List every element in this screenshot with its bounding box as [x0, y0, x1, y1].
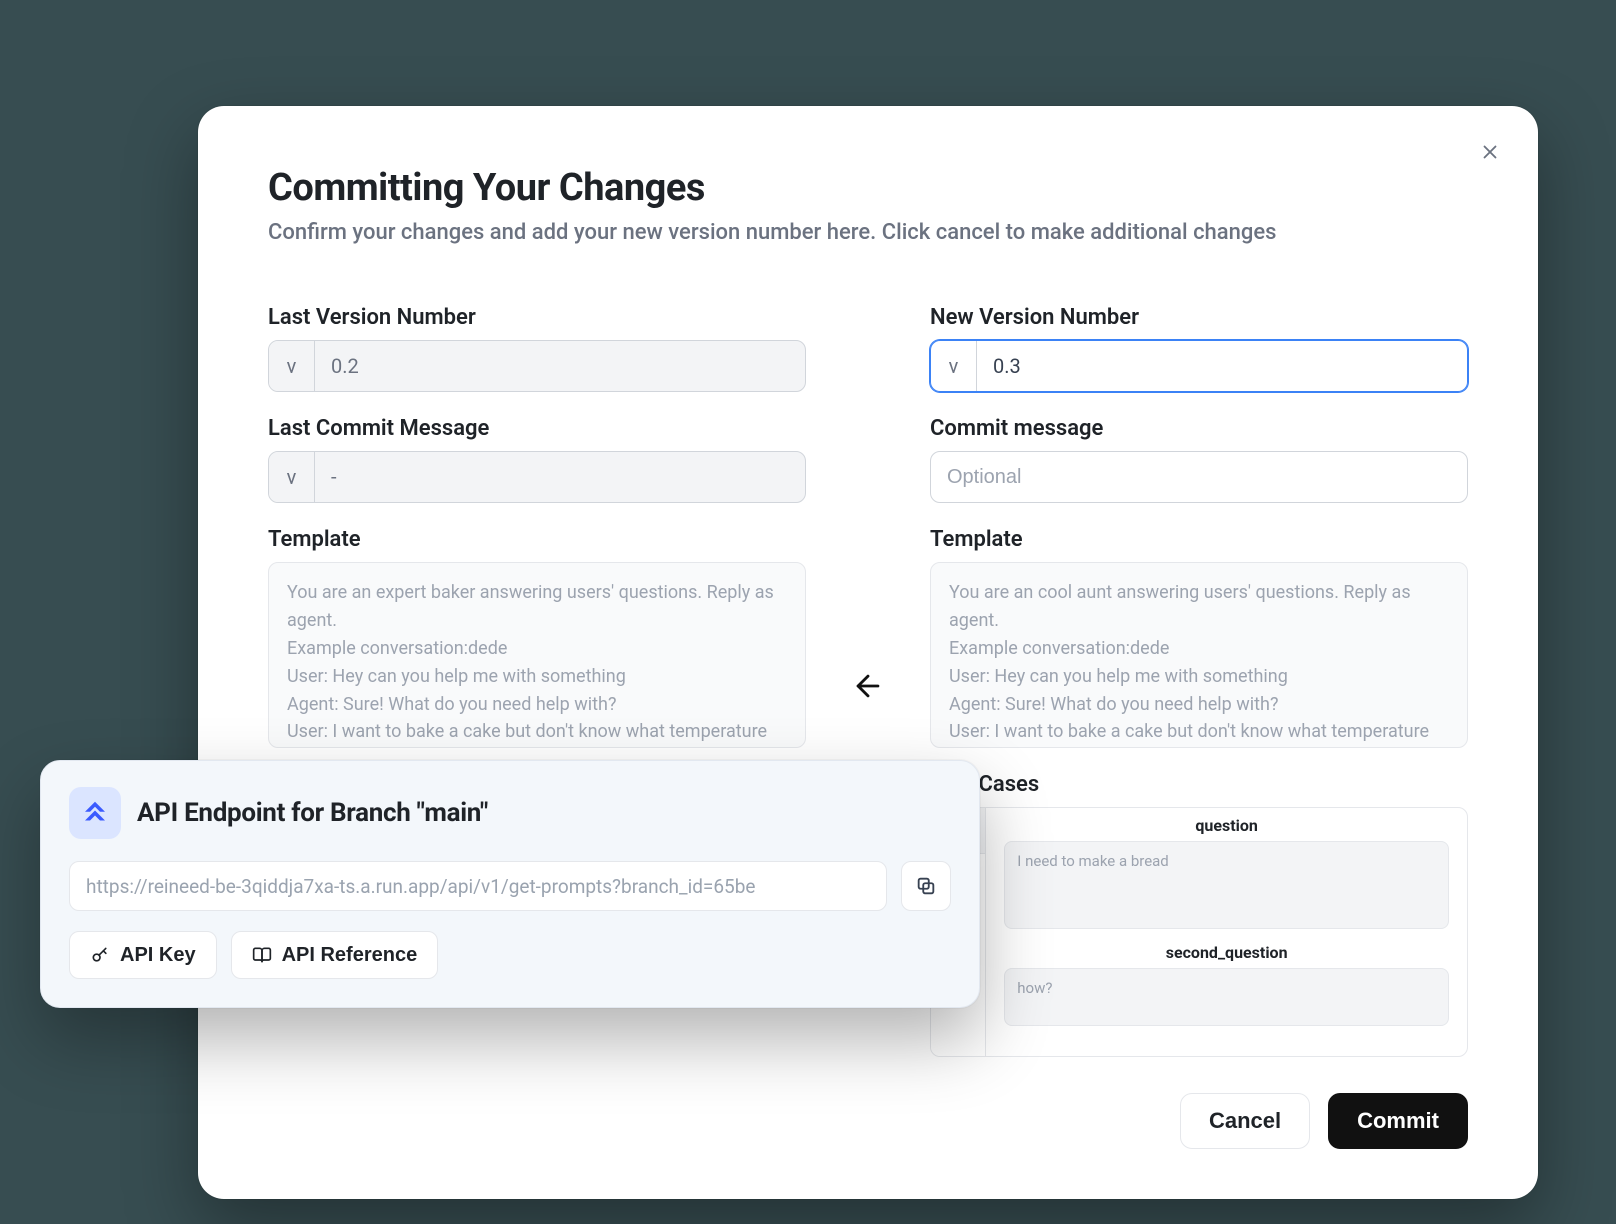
testcase-field-label: question	[1004, 816, 1449, 835]
right-template-box: You are an cool aunt answering users' qu…	[930, 562, 1468, 748]
api-reference-button[interactable]: API Reference	[231, 931, 439, 979]
right-template-label: Template	[930, 527, 1468, 552]
last-commit-value: -	[315, 452, 805, 502]
previous-column: Last Version Number v 0.2 Last Commit Me…	[268, 305, 806, 807]
last-version-value: 0.2	[315, 341, 805, 391]
book-open-icon	[252, 945, 272, 965]
commit-message-label: Commit message	[930, 416, 1468, 441]
testcases-panel: 1 question I need to make a bread second…	[930, 807, 1468, 1057]
api-reference-label: API Reference	[282, 944, 418, 967]
testcase-field-label: second_question	[1004, 943, 1449, 962]
testcase-field-value[interactable]: I need to make a bread	[1004, 841, 1449, 929]
left-template-box: You are an expert baker answering users'…	[268, 562, 806, 748]
new-column: New Version Number v 0.3 Commit message …	[930, 305, 1468, 1057]
new-version-field[interactable]: v 0.3	[930, 340, 1468, 392]
api-key-button[interactable]: API Key	[69, 931, 217, 979]
last-commit-field: v -	[268, 451, 806, 503]
version-prefix: v	[269, 341, 315, 391]
api-card-title: API Endpoint for Branch "main"	[137, 798, 488, 828]
key-icon	[90, 945, 110, 965]
close-button[interactable]	[1472, 134, 1508, 170]
last-version-field: v 0.2	[268, 340, 806, 392]
last-commit-label: Last Commit Message	[268, 416, 806, 441]
dialog-actions: Cancel Commit	[268, 1093, 1468, 1149]
last-version-label: Last Version Number	[268, 305, 806, 330]
commit-button[interactable]: Commit	[1328, 1093, 1468, 1149]
arrow-left-icon	[851, 669, 885, 703]
comparison-arrow	[842, 305, 894, 703]
api-url-field[interactable]: https://reineed-be-3qiddja7xa-ts.a.run.a…	[69, 861, 887, 911]
testcase-field-value[interactable]: how?	[1004, 968, 1449, 1026]
close-icon	[1479, 141, 1501, 163]
left-template-label: Template	[268, 527, 806, 552]
version-prefix: v	[931, 341, 977, 391]
dialog-title: Committing Your Changes	[268, 166, 1468, 210]
new-version-input[interactable]: 0.3	[977, 341, 1467, 391]
commit-prefix: v	[269, 452, 315, 502]
new-version-label: New Version Number	[930, 305, 1468, 330]
api-key-label: API Key	[120, 944, 196, 967]
dialog-subtitle: Confirm your changes and add your new ve…	[268, 220, 1468, 245]
api-endpoint-card: API Endpoint for Branch "main" https://r…	[40, 760, 980, 1008]
copy-icon	[915, 875, 937, 897]
right-testcases-label: Test Cases	[930, 772, 1468, 797]
brand-logo	[69, 787, 121, 839]
cancel-button[interactable]: Cancel	[1180, 1093, 1310, 1149]
commit-message-input[interactable]	[930, 451, 1468, 503]
copy-url-button[interactable]	[901, 861, 951, 911]
brand-chevrons-icon	[80, 798, 110, 828]
commit-dialog: Committing Your Changes Confirm your cha…	[198, 106, 1538, 1199]
